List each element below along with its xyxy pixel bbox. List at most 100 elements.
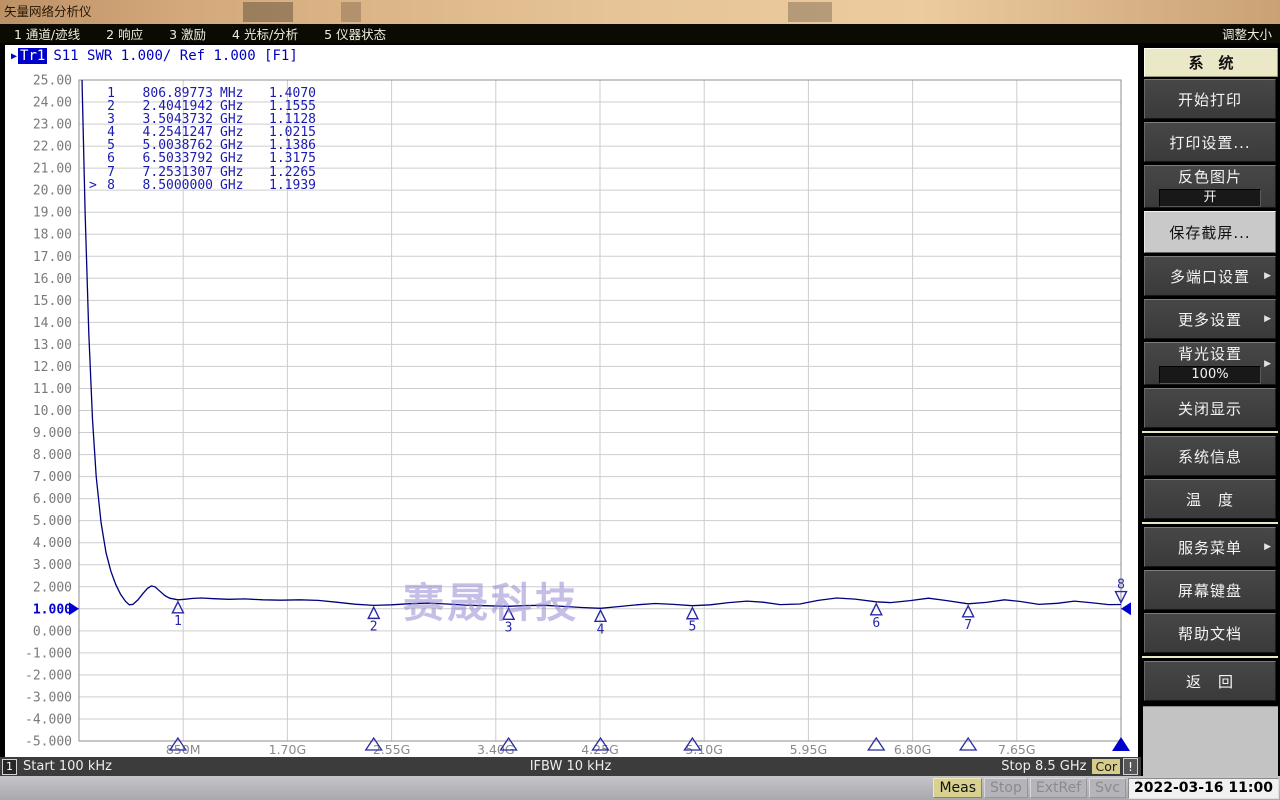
softkey-label: 系统信息 xyxy=(1178,446,1242,467)
svg-text:25.00: 25.00 xyxy=(33,74,72,89)
correction-badge: Cor xyxy=(1092,759,1120,774)
taskbar: MeasStopExtRefSvc 2022-03-16 11:00 xyxy=(0,776,1280,800)
softkey-close-display[interactable]: 关闭显示 xyxy=(1144,388,1276,428)
softkey-label: 屏幕键盘 xyxy=(1178,580,1242,601)
sidebar-separator xyxy=(1142,431,1278,433)
sidebar-separator xyxy=(1142,656,1278,658)
marker-row-8: >88.5000000GHz1.1939 xyxy=(89,179,316,192)
marker-row-7: 77.2531307GHz1.2265 xyxy=(89,166,316,179)
datetime: 2022-03-16 11:00 xyxy=(1128,778,1279,799)
svg-text:10.00: 10.00 xyxy=(33,404,72,419)
watermark: 赛晟科技 xyxy=(403,569,579,629)
svg-text:15.00: 15.00 xyxy=(33,294,72,309)
softkey-sidebar: 系 统 开始打印打印设置... 反色图片开保存截屏... 多端口设置 ▶ 更多设置 ▶ 背光… xyxy=(1141,45,1280,775)
svg-text:7.65G: 7.65G xyxy=(998,742,1036,757)
svg-text:0.000: 0.000 xyxy=(33,624,72,639)
trace-pointer-icon: ▶ xyxy=(11,51,17,62)
extref-indicator: ExtRef xyxy=(1030,778,1087,798)
svg-text:19.00: 19.00 xyxy=(33,206,72,221)
svg-text:6: 6 xyxy=(872,616,880,631)
window-title: 矢量网络分析仪 xyxy=(4,0,92,24)
menu-marker-analysis[interactable]: 4 光标/分析 xyxy=(232,24,298,43)
status-right: Stop 8.5 GHz Cor ! xyxy=(1001,758,1141,775)
start-frequency: Start 100 kHz xyxy=(23,759,112,774)
softkey-value: 100% xyxy=(1159,366,1261,384)
menu-stimulus[interactable]: 3 激励 xyxy=(169,24,206,43)
softkey-invert-image[interactable]: 反色图片开 xyxy=(1144,165,1276,208)
svg-text:21.00: 21.00 xyxy=(33,162,72,177)
softkey-label: 多端口设置 xyxy=(1170,266,1250,287)
sidebar-separator xyxy=(1142,522,1278,524)
menu-items: 1 通道/迹线 2 响应 3 激励 4 光标/分析 5 仪器状态 xyxy=(0,24,412,43)
softkey-system-info[interactable]: 系统信息 xyxy=(1144,436,1276,476)
svg-text:8: 8 xyxy=(1117,578,1125,593)
svg-text:5: 5 xyxy=(689,620,697,635)
softkey-label: 背光设置 xyxy=(1178,343,1242,364)
svg-text:-3.000: -3.000 xyxy=(25,690,72,705)
svg-text:9.000: 9.000 xyxy=(33,426,72,441)
softkey-label: 服务菜单 xyxy=(1178,537,1242,558)
trace-format-text: S11 SWR 1.000/ Ref 1.000 [F1] xyxy=(53,48,297,64)
marker-table: 1806.89773MHz1.407022.4041942GHz1.155533… xyxy=(89,87,316,192)
submenu-arrow-icon: ▶ xyxy=(1264,314,1272,324)
svg-text:5.95G: 5.95G xyxy=(790,742,828,757)
softkey-help-docs[interactable]: 帮助文档 xyxy=(1144,613,1276,653)
svg-text:23.00: 23.00 xyxy=(33,118,72,133)
softkey-backlight-settings[interactable]: 背光设置100%▶ xyxy=(1144,342,1276,385)
softkey-label: 开始打印 xyxy=(1178,89,1242,110)
svg-text:6.000: 6.000 xyxy=(33,492,72,507)
svg-text:20.00: 20.00 xyxy=(33,184,72,199)
titlebar-ghost xyxy=(243,2,293,22)
marker-row-6: 66.5033792GHz1.3175 xyxy=(89,152,316,165)
taskbar-indicators: MeasStopExtRefSvc xyxy=(933,778,1128,798)
svg-text:16.00: 16.00 xyxy=(33,272,72,287)
svg-text:22.00: 22.00 xyxy=(33,140,72,155)
softkey-menu-title: 系 统 xyxy=(1144,48,1278,77)
svg-text:2: 2 xyxy=(370,619,378,634)
softkey-temperature[interactable]: 温 度 xyxy=(1144,479,1276,519)
svg-text:18.00: 18.00 xyxy=(33,228,72,243)
svg-text:1: 1 xyxy=(174,614,182,629)
svg-text:-5.000: -5.000 xyxy=(25,735,72,750)
softkey-start-print[interactable]: 开始打印 xyxy=(1144,79,1276,119)
softkey-label: 关闭显示 xyxy=(1178,398,1242,419)
softkey-screen-keyboard[interactable]: 屏幕键盘 xyxy=(1144,570,1276,610)
titlebar-ghost xyxy=(341,2,361,22)
softkey-print-settings[interactable]: 打印设置... xyxy=(1144,122,1276,162)
menu-channel-trace[interactable]: 1 通道/迹线 xyxy=(14,24,80,43)
softkey-label: 返 回 xyxy=(1186,671,1234,692)
trace-label[interactable]: Tr1 xyxy=(18,48,47,64)
svg-text:1.70G: 1.70G xyxy=(269,742,307,757)
title-bar: 矢量网络分析仪 xyxy=(0,0,1280,24)
svc-indicator: Svc xyxy=(1089,778,1126,798)
svg-text:1.000: 1.000 xyxy=(33,602,72,617)
softkey-back[interactable]: 返 回 xyxy=(1144,661,1276,701)
softkey-more-settings[interactable]: 更多设置 ▶ xyxy=(1144,299,1276,339)
softkey-label: 反色图片 xyxy=(1178,166,1242,187)
menu-response[interactable]: 2 响应 xyxy=(106,24,143,43)
trace-header: ▶ Tr1 S11 SWR 1.000/ Ref 1.000 [F1] xyxy=(11,48,298,64)
svg-text:7.000: 7.000 xyxy=(33,470,72,485)
svg-text:17.00: 17.00 xyxy=(33,250,72,265)
svg-text:13.00: 13.00 xyxy=(33,338,72,353)
softkey-save-screenshot[interactable]: 保存截屏... xyxy=(1144,211,1276,253)
svg-text:-4.000: -4.000 xyxy=(25,712,72,727)
measurement-window: 25.0024.0023.0022.0021.0020.0019.0018.00… xyxy=(5,45,1138,757)
svg-text:6.80G: 6.80G xyxy=(894,742,932,757)
svg-text:5.000: 5.000 xyxy=(33,514,72,529)
svg-text:8.000: 8.000 xyxy=(33,448,72,463)
softkey-label: 打印设置... xyxy=(1169,132,1250,153)
submenu-arrow-icon: ▶ xyxy=(1264,271,1272,281)
softkey-value: 开 xyxy=(1159,189,1261,207)
svg-text:4: 4 xyxy=(597,622,605,637)
titlebar-ghost xyxy=(788,2,832,22)
svg-text:4.000: 4.000 xyxy=(33,536,72,551)
sidebar-bottom-panel xyxy=(1143,706,1278,776)
softkey-service-menu[interactable]: 服务菜单▶ xyxy=(1144,527,1276,567)
softkey-label: 温 度 xyxy=(1186,489,1234,510)
softkey-multiport-settings[interactable]: 多端口设置 ▶ xyxy=(1144,256,1276,296)
softkey-label: 更多设置 xyxy=(1178,309,1242,330)
menu-instrument-state[interactable]: 5 仪器状态 xyxy=(324,24,386,43)
svg-text:2.000: 2.000 xyxy=(33,580,72,595)
resize-button[interactable]: 调整大小 xyxy=(1222,24,1272,43)
